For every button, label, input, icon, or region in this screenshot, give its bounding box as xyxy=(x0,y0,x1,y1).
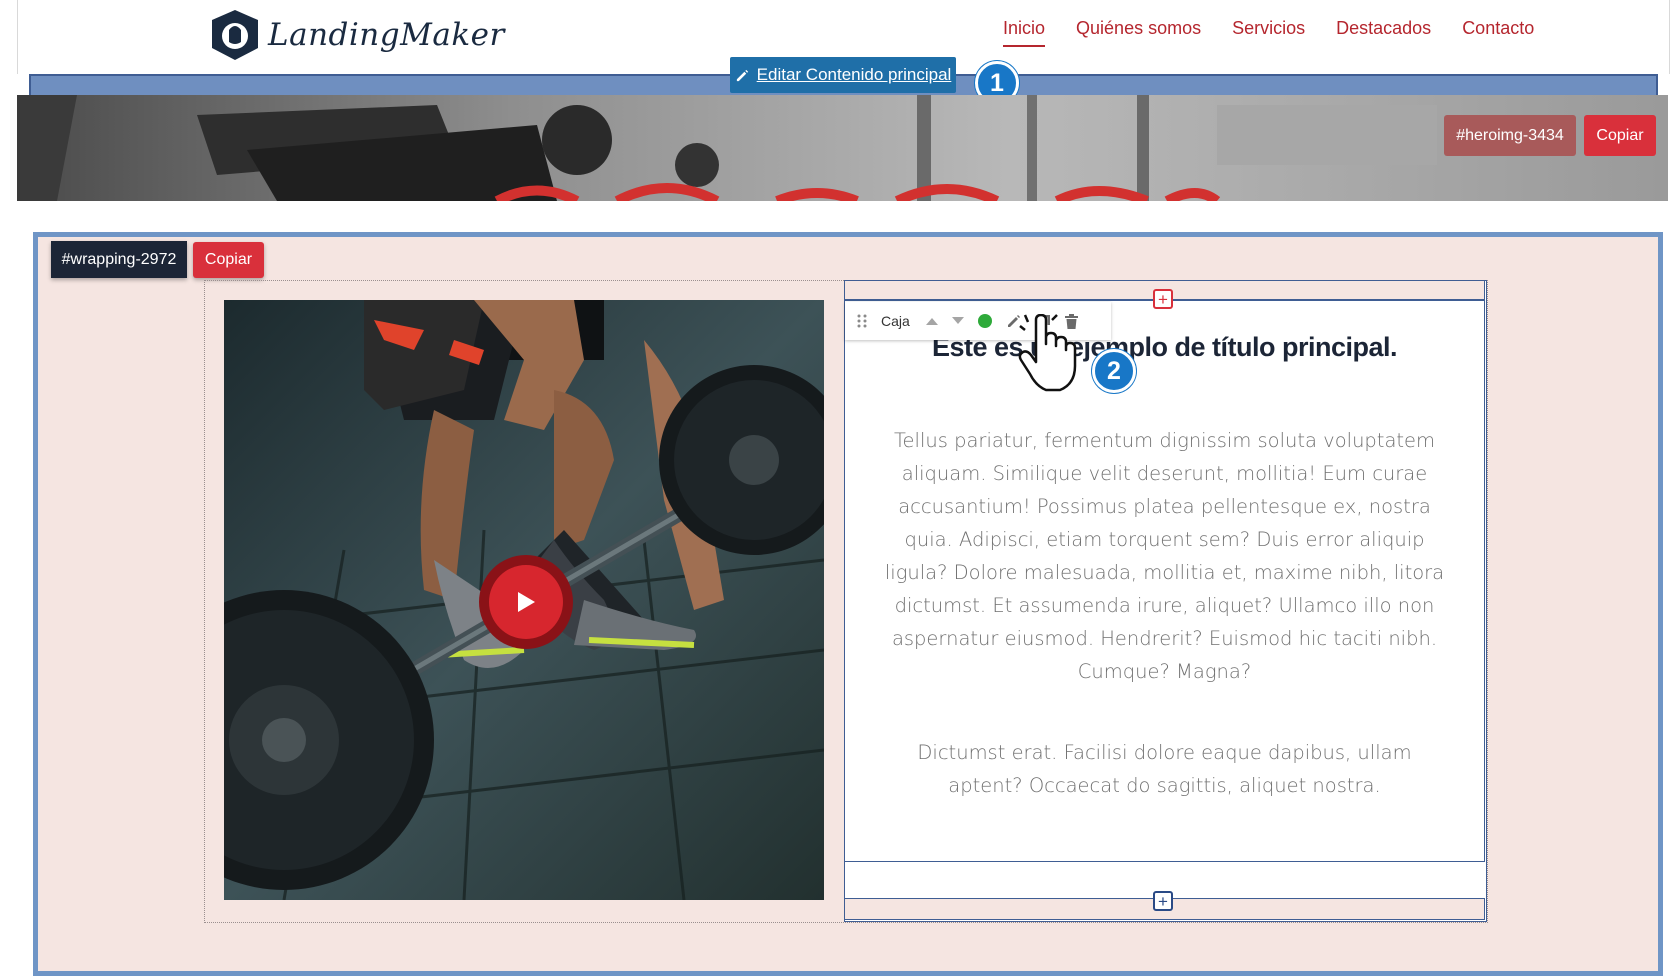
paragraph-1[interactable]: Tellus pariatur, fermentum dignissim sol… xyxy=(884,424,1445,688)
edit-main-content-button[interactable]: Editar Contenido principal xyxy=(730,57,956,93)
main-nav: Inicio Quiénes somos Servicios Destacado… xyxy=(1003,18,1565,47)
status-dot-icon[interactable] xyxy=(977,314,992,328)
nav-item-inicio[interactable]: Inicio xyxy=(1003,18,1046,47)
play-button[interactable] xyxy=(479,555,573,649)
wrapping-copy-button[interactable]: Copiar xyxy=(193,242,264,278)
hand-cursor-icon xyxy=(1018,314,1077,392)
logo-icon xyxy=(212,10,258,60)
nav-item-servicios[interactable]: Servicios xyxy=(1232,18,1305,47)
hero-image-section[interactable] xyxy=(17,95,1668,201)
hero-copy-button[interactable]: Copiar xyxy=(1584,115,1656,156)
arrow-up-icon[interactable] xyxy=(925,317,938,325)
wrapping-id-tag: #wrapping-2972 xyxy=(51,241,187,278)
nav-item-destacados[interactable]: Destacados xyxy=(1336,18,1431,47)
play-icon xyxy=(518,592,535,612)
play-button-inner xyxy=(489,565,563,639)
logo[interactable]: LandingMaker xyxy=(206,8,505,62)
pencil-icon xyxy=(736,69,748,81)
hero-id-tag: #heroimg-3434 xyxy=(1444,115,1576,156)
hero-background-image xyxy=(17,95,1668,201)
add-block-bottom-button[interactable]: + xyxy=(1153,891,1173,911)
toolbar-label: Caja xyxy=(881,313,910,329)
drag-handle-icon[interactable] xyxy=(857,314,867,328)
logo-text: LandingMaker xyxy=(268,17,505,53)
add-block-top-button[interactable]: + xyxy=(1153,289,1173,309)
nav-item-contacto[interactable]: Contacto xyxy=(1462,18,1534,47)
arrow-down-icon[interactable] xyxy=(951,317,964,325)
step-badge-2: 2 xyxy=(1092,349,1136,393)
nav-item-quienes-somos[interactable]: Quiénes somos xyxy=(1076,18,1201,47)
paragraph-2[interactable]: Dictumst erat. Facilisi dolore eaque dap… xyxy=(884,736,1445,802)
edit-main-content-label: Editar Contenido principal xyxy=(756,65,952,84)
